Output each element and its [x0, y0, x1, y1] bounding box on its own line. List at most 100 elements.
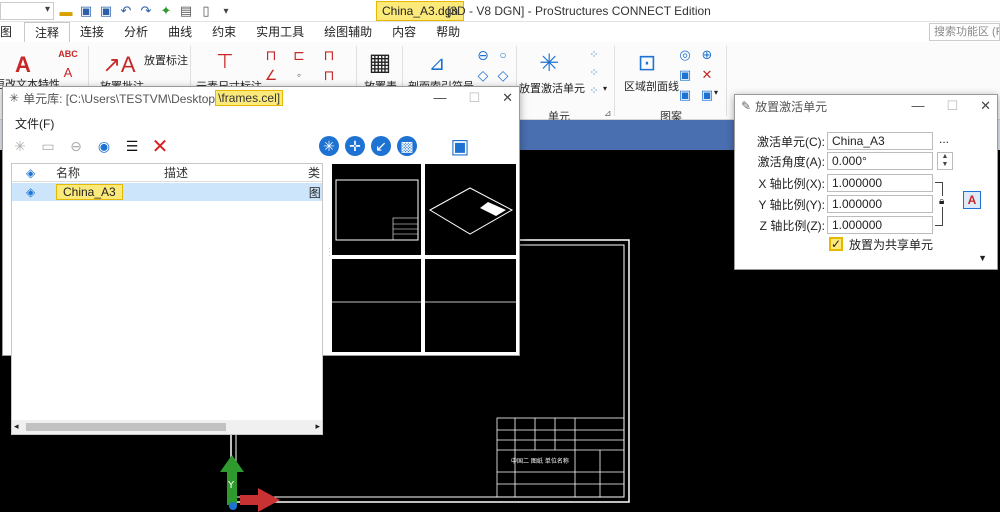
undo-icon[interactable]: ↶ — [118, 3, 134, 19]
terminator-mode-icon[interactable]: ↙ — [371, 136, 391, 156]
delete-icon[interactable]: ✕ — [149, 135, 171, 158]
pattern-tool3-icon[interactable]: ▣ — [676, 86, 694, 104]
place-cell-icon[interactable]: ✳ — [9, 135, 31, 157]
callout-option3-icon[interactable]: ◇ — [474, 66, 492, 84]
cell-tool-icon[interactable]: ▭ — [37, 135, 59, 157]
tab-annotate[interactable]: 注释 — [24, 22, 71, 42]
tab-drawing[interactable]: 图 — [0, 22, 24, 42]
linear-dimension-icon[interactable]: ⊓ — [262, 46, 280, 64]
pattern-tool2-icon[interactable]: ▣ — [676, 66, 694, 84]
pattern-mode-icon[interactable]: ▩ — [397, 136, 417, 156]
cell-preview — [330, 162, 518, 354]
list-item[interactable]: ◈ China_A3 图 — [12, 183, 322, 201]
tab-drawing-aids[interactable]: 绘图辅助 — [314, 22, 382, 42]
column-description[interactable]: 描述 — [164, 164, 308, 181]
minimize-icon[interactable]: — — [433, 90, 446, 106]
pattern-delete-icon[interactable]: ✕ — [698, 66, 716, 84]
x-scale-input[interactable]: 1.000000 — [827, 174, 933, 192]
cell-library-file-highlight: \frames.cel] — [215, 90, 284, 106]
pin-icon[interactable]: ✦ — [158, 3, 174, 19]
angle-dimension-icon[interactable]: ∠ — [262, 66, 280, 84]
tab-connect[interactable]: 连接 — [70, 22, 114, 42]
column-type[interactable]: 类 — [308, 164, 320, 181]
place-note-label[interactable]: 放置标注 — [144, 52, 188, 68]
tab-curves[interactable]: 曲线 — [158, 22, 202, 42]
scroll-thumb[interactable] — [26, 423, 226, 431]
tab-analyze[interactable]: 分析 — [114, 22, 158, 42]
place-active-cell-icon[interactable]: ✳ — [534, 48, 564, 78]
ordinate-dimension-icon[interactable]: ⊏ — [290, 46, 308, 64]
save-icon[interactable]: ▣ — [78, 3, 94, 19]
maximize-icon[interactable]: ☐ — [468, 90, 480, 106]
document-icon[interactable]: ▯ — [198, 3, 214, 19]
cell-tool2-icon[interactable]: ⊖ — [65, 135, 87, 157]
shared-cell-checkbox[interactable]: ✓ — [829, 237, 843, 251]
tab-utilities[interactable]: 实用工具 — [246, 22, 314, 42]
dimension-update-icon[interactable]: ⊓ — [320, 66, 338, 84]
angle-stepper[interactable]: ▲ ▼ — [937, 152, 953, 170]
print-icon[interactable]: ▤ — [178, 3, 194, 19]
cell-tool1-icon[interactable]: ⁘ — [586, 46, 602, 62]
splitter-handle[interactable]: ⋮ — [325, 247, 335, 267]
browse-button[interactable]: ... — [939, 132, 949, 146]
place-active-cell-label[interactable]: 放置激活单元 — [519, 80, 585, 96]
maximize-icon[interactable]: ☐ — [946, 98, 958, 114]
tab-content[interactable]: 内容 — [382, 22, 426, 42]
app-window: ▬ ▣ ▣ ↶ ↷ ✦ ▤ ▯ ▾ China_A3.dgn [3D - V8 … — [0, 0, 1000, 512]
z-scale-input[interactable]: 1.000000 — [827, 216, 933, 234]
cell-tool2-icon[interactable]: ⁘ — [586, 64, 602, 80]
title-bar: ▬ ▣ ▣ ↶ ↷ ✦ ▤ ▯ ▾ China_A3.dgn [3D - V8 … — [0, 0, 1000, 22]
ribbon-search-input[interactable]: 搜索功能区 (F4 — [929, 23, 1000, 41]
lock-icon[interactable]: 🔒︎ — [939, 196, 945, 207]
workflow-dropdown[interactable] — [0, 2, 54, 20]
place-note-icon[interactable]: ↗A — [102, 50, 136, 80]
close-icon[interactable]: ✕ — [980, 98, 991, 114]
active-cell-input[interactable]: China_A3 — [827, 132, 933, 150]
cell-library-title: 单元库: [C:\Users\TESTVM\Desktop — [23, 91, 216, 106]
cell-tool3-icon[interactable]: ⁘ — [586, 82, 602, 98]
scroll-left-icon[interactable]: ◂ — [14, 421, 19, 432]
text-style-button[interactable]: A — [963, 191, 981, 209]
region-hatch-icon[interactable]: ⊡ — [632, 48, 662, 78]
pattern-tool1-icon[interactable]: ◎ — [676, 46, 694, 64]
region-hatch-label[interactable]: 区域剖面线 — [624, 78, 679, 94]
section-callout-icon[interactable]: ⊿ — [422, 50, 452, 76]
tab-help[interactable]: 帮助 — [426, 22, 470, 42]
table-icon[interactable]: ▦ — [366, 48, 394, 76]
horizontal-scrollbar[interactable]: ◂ ▸ — [12, 420, 322, 434]
redo-icon[interactable]: ↷ — [138, 3, 154, 19]
file-menu[interactable]: 文件(F) — [15, 115, 54, 132]
dimension-edit-icon[interactable]: ⊓ — [320, 46, 338, 64]
tab-constraints[interactable]: 约束 — [202, 22, 246, 42]
column-name[interactable]: 名称 — [56, 164, 164, 181]
callout-option4-icon[interactable]: ◇ — [494, 66, 512, 84]
cell-dropdown-icon[interactable]: ▾ — [603, 84, 607, 93]
view-cell-icon[interactable]: ◉ — [93, 135, 115, 157]
dimension-options-icon[interactable]: ◦ — [290, 66, 308, 84]
cell-name: China_A3 — [56, 184, 123, 200]
callout-option2-icon[interactable]: ○ — [494, 46, 512, 64]
place-active-cell-dialog: ✎ 放置激活单元 — ☐ ✕ 激活单元(C): China_A3 ... 激活角… — [734, 94, 998, 270]
close-icon[interactable]: ✕ — [502, 90, 513, 106]
list-view-icon[interactable]: ☰ — [121, 135, 143, 157]
angle-label: 激活角度(A): — [757, 154, 825, 169]
open-folder-icon[interactable]: ▬ — [58, 3, 74, 19]
scroll-right-icon[interactable]: ▸ — [315, 421, 320, 432]
pattern-dropdown-icon[interactable]: ▾ — [714, 88, 718, 97]
cell-dialog-launcher-icon[interactable]: ⊿ — [604, 108, 612, 119]
spelling-icon[interactable]: ABC — [58, 46, 78, 62]
point-mode-icon[interactable]: ✛ — [345, 136, 365, 156]
placement-mode-icon[interactable]: ✳ — [319, 136, 339, 156]
text-style-icon[interactable]: A — [58, 64, 78, 80]
preview-panel-icon[interactable]: ▣ — [449, 135, 471, 158]
customize-dropdown-icon[interactable]: ▾ — [218, 3, 234, 19]
angle-input[interactable]: 0.000° — [827, 152, 933, 170]
save-settings-icon[interactable]: ▣ — [98, 3, 114, 19]
dimension-icon[interactable]: ⊤ — [210, 46, 240, 76]
callout-option1-icon[interactable]: ⊖ — [474, 46, 492, 64]
y-scale-input[interactable]: 1.000000 — [827, 195, 933, 213]
expand-icon[interactable]: ▼ — [978, 253, 987, 263]
shared-cell-label[interactable]: 放置为共享单元 — [849, 236, 933, 253]
pattern-tool4-icon[interactable]: ⊕ — [698, 46, 716, 64]
minimize-icon[interactable]: — — [911, 98, 924, 114]
